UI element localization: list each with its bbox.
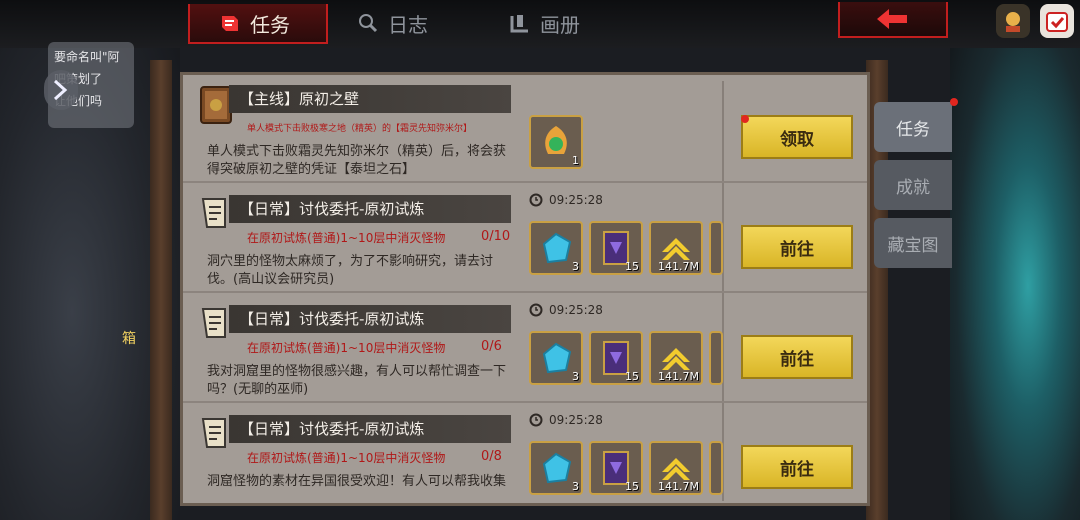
timer-text: 09:25:28 [549, 413, 603, 427]
quest-title: 【日常】讨伐委托-原初试炼 [229, 195, 511, 223]
back-arrow-icon [877, 9, 907, 29]
quest-progress: 0/8 [481, 449, 502, 464]
reward-count: 141.7M [658, 370, 699, 383]
reward-slot[interactable]: 141.7M [649, 221, 703, 275]
clock-icon [529, 303, 543, 317]
reward-count: 3 [572, 480, 579, 493]
log-icon [356, 11, 380, 35]
tab-label: 任务 [250, 12, 290, 37]
side-tab-achievements[interactable]: 成就 [874, 160, 952, 210]
timer-text: 09:25:28 [549, 303, 603, 317]
quest-progress: 0/10 [481, 229, 511, 244]
quest-objective: 在原初试炼(普通)1~10层中消灭怪物 [247, 341, 446, 355]
reward-slot-partial[interactable] [709, 331, 723, 385]
clock-icon [529, 193, 543, 207]
quest-row-main: 【主线】原初之壁 单人模式下击败极寒之地（精英）的【霜灵先知弥米尔】 单人模式下… [183, 75, 867, 183]
blue-crystal-icon [542, 232, 572, 264]
reward-slot[interactable]: 141.7M [649, 441, 703, 495]
claim-button[interactable]: 领取 [741, 115, 853, 159]
tab-label: 日志 [388, 12, 428, 37]
quest-objective: 在原初试炼(普通)1~10层中消灭怪物 [247, 231, 446, 245]
go-button[interactable]: 前往 [741, 335, 853, 379]
tab-quests[interactable]: 任务 [218, 6, 290, 40]
calendar-icon[interactable] [1040, 4, 1074, 38]
reward-slot[interactable]: 1 [529, 115, 583, 169]
reward-slot[interactable]: 141.7M [649, 331, 703, 385]
go-button[interactable]: 前往 [741, 445, 853, 489]
quest-description: 洞穴里的怪物太麻烦了，为了不影响研究，请去讨伐。(高山议会研究员) [207, 254, 494, 287]
quest-description: 单人模式下击败霜灵先知弥米尔（精英）后，将会获得突破原初之壁的凭证【泰坦之石】 [207, 144, 507, 177]
quest-title: 【日常】讨伐委托-原初试炼 [229, 415, 511, 443]
quest-description: 我对洞窟里的怪物很感兴趣，有人可以帮忙调查一下吗？(无聊的巫师) [207, 364, 507, 397]
reward-slot[interactable]: 15 [589, 441, 643, 495]
notification-dot [950, 98, 958, 106]
tab-log[interactable]: 日志 [356, 6, 428, 40]
titan-stone-icon [545, 126, 567, 154]
reward-slot[interactable]: 3 [529, 441, 583, 495]
quest-timer: 09:25:28 [529, 193, 603, 207]
chat-line: 要命名叫"阿 [54, 50, 120, 64]
quest-row-daily: 【日常】讨伐委托-原初试炼 在原初试炼(普通)1~10层中消灭怪物 0/8 洞窟… [183, 405, 867, 503]
quest-title: 【主线】原初之壁 [229, 85, 511, 113]
character-avatar-icon[interactable] [996, 4, 1030, 38]
frame-post-left [150, 60, 172, 520]
reward-slot[interactable]: 15 [589, 221, 643, 275]
quest-timer: 09:25:28 [529, 413, 603, 427]
quest-objective: 单人模式下击败极寒之地（精英）的【霜灵先知弥米尔】 [247, 124, 473, 134]
chevron-right-icon [53, 79, 68, 101]
reward-count: 15 [625, 370, 639, 383]
reward-count: 1 [572, 154, 579, 167]
reward-count: 3 [572, 370, 579, 383]
quest-row-daily: 【日常】讨伐委托-原初试炼 在原初试炼(普通)1~10层中消灭怪物 0/6 我对… [183, 295, 867, 403]
quest-scroll-icon [218, 11, 242, 35]
timer-text: 09:25:28 [549, 193, 603, 207]
go-button[interactable]: 前往 [741, 225, 853, 269]
side-tab-quests[interactable]: 任务 [874, 102, 952, 152]
quest-row-daily: 【日常】讨伐委托-原初试炼 在原初试炼(普通)1~10层中消灭怪物 0/10 洞… [183, 185, 867, 293]
reward-count: 141.7M [658, 480, 699, 493]
reward-count: 15 [625, 480, 639, 493]
quest-description: 洞窟怪物的素材在异国很受欢迎！有人可以帮我收集 [207, 474, 507, 489]
clock-icon [529, 413, 543, 427]
quest-timer: 09:25:28 [529, 303, 603, 317]
quest-title: 【日常】讨伐委托-原初试炼 [229, 305, 511, 333]
reward-count: 3 [572, 260, 579, 273]
reward-slot[interactable]: 3 [529, 221, 583, 275]
side-hint-text: 箱 [122, 331, 136, 347]
reward-count: 15 [625, 260, 639, 273]
background-right-portal [950, 0, 1080, 520]
quest-objective: 在原初试炼(普通)1~10层中消灭怪物 [247, 451, 446, 465]
album-book-icon [508, 11, 532, 35]
reward-slot-partial[interactable] [709, 221, 723, 275]
reward-slot-partial[interactable] [709, 441, 723, 495]
reward-slot[interactable]: 3 [529, 331, 583, 385]
chat-expand-button[interactable] [44, 70, 78, 110]
quest-progress: 0/6 [481, 339, 502, 354]
reward-count: 141.7M [658, 260, 699, 273]
blue-crystal-icon [542, 452, 572, 484]
side-tab-treasure-map[interactable]: 藏宝图 [874, 218, 952, 268]
tab-label: 画册 [540, 12, 580, 37]
reward-slot[interactable]: 15 [589, 331, 643, 385]
notification-dot [741, 115, 749, 123]
quest-panel: 【主线】原初之壁 单人模式下击败极寒之地（精英）的【霜灵先知弥米尔】 单人模式下… [180, 72, 870, 506]
tab-album[interactable]: 画册 [508, 6, 580, 40]
back-button[interactable] [838, 2, 948, 38]
blue-crystal-icon [542, 342, 572, 374]
